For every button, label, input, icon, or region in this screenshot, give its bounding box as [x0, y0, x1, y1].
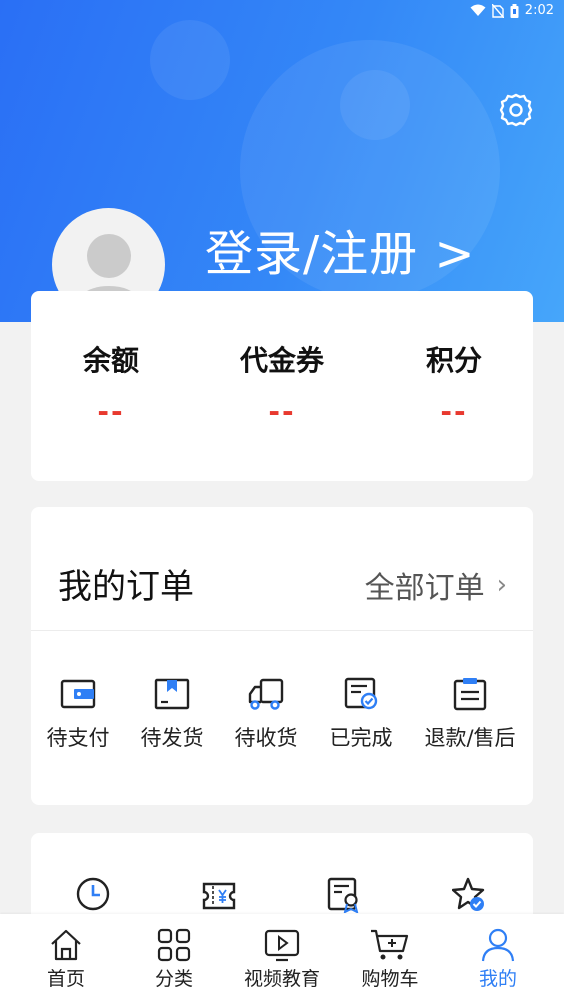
completed-doc-icon — [344, 677, 378, 710]
status-time: 2:02 — [524, 3, 554, 18]
video-play-icon — [264, 929, 300, 962]
no-sim-icon — [491, 3, 504, 18]
cart-icon — [371, 929, 409, 960]
order-refund[interactable]: 退款/售后 — [420, 677, 520, 752]
order-pending-shipment[interactable]: 待发货 — [122, 677, 222, 752]
tab-label: 购物车 — [361, 968, 419, 990]
voucher-value: -- — [268, 395, 296, 428]
wifi-icon — [470, 4, 486, 16]
all-orders-label: 全部订单 — [364, 571, 485, 606]
user-icon — [481, 928, 515, 962]
divider — [31, 630, 533, 631]
gear-icon[interactable] — [498, 92, 534, 128]
certificate-icon[interactable] — [327, 877, 361, 913]
balance-card: 余额 -- 代金券 -- 积分 -- — [31, 291, 533, 481]
profile-header: 2:02 登录/注册 > — [0, 0, 564, 322]
balance-label: 余额 — [82, 344, 139, 377]
points-value: -- — [440, 395, 468, 428]
category-grid-icon — [157, 928, 191, 962]
order-pending-payment[interactable]: 待支付 — [28, 677, 128, 752]
status-bar: 2:02 — [0, 0, 564, 24]
tab-mine[interactable]: 我的 — [448, 928, 548, 991]
battery-icon — [510, 3, 519, 18]
points-label: 积分 — [425, 344, 482, 377]
order-pending-receipt[interactable]: 待收货 — [216, 677, 316, 752]
order-label: 待支付 — [46, 726, 110, 750]
history-clock-icon[interactable] — [76, 877, 110, 911]
balance-value: -- — [97, 395, 125, 428]
order-label: 退款/售后 — [424, 726, 516, 750]
order-label: 待收货 — [234, 726, 298, 750]
tab-label: 我的 — [478, 968, 517, 990]
orders-title: 我的订单 — [58, 567, 194, 607]
login-register-link[interactable]: 登录/注册 > — [205, 214, 476, 284]
voucher-label: 代金券 — [239, 344, 324, 377]
refund-clipboard-icon — [453, 678, 487, 711]
all-orders-link[interactable]: 全部订单 › — [365, 563, 507, 607]
tab-label: 分类 — [154, 968, 193, 990]
wallet-icon — [60, 679, 96, 709]
bottom-tab-bar: 首页 分类 视频教育 购物车 我的 — [0, 914, 564, 1002]
package-icon — [154, 678, 190, 710]
bg-bubble — [340, 70, 410, 140]
order-label: 待发货 — [140, 726, 204, 750]
truck-icon — [248, 678, 284, 710]
tab-video-education[interactable]: 视频教育 — [232, 928, 332, 991]
tab-category[interactable]: 分类 — [124, 928, 224, 991]
favorite-star-icon[interactable] — [452, 877, 488, 913]
chevron-right-icon: › — [496, 570, 507, 600]
order-label: 已完成 — [329, 726, 393, 750]
tab-cart[interactable]: 购物车 — [340, 928, 440, 991]
points-item[interactable]: 积分 -- — [374, 339, 534, 428]
orders-card: 我的订单 全部订单 › 待支付 待发货 待收货 已完成 退款/售后 — [31, 507, 533, 805]
bg-bubble — [150, 20, 230, 100]
tab-home[interactable]: 首页 — [16, 928, 116, 991]
balance-item[interactable]: 余额 -- — [31, 339, 191, 428]
home-icon — [51, 929, 81, 961]
tab-label: 首页 — [46, 968, 85, 990]
order-completed[interactable]: 已完成 — [311, 677, 411, 752]
coupon-yen-icon[interactable] — [202, 881, 236, 911]
voucher-item[interactable]: 代金券 -- — [202, 339, 362, 428]
tab-label: 视频教育 — [243, 968, 320, 990]
